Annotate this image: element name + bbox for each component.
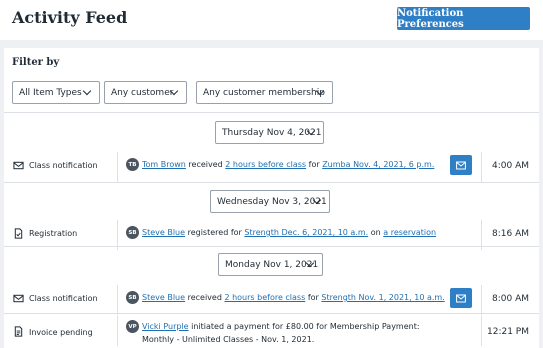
activity-connector: on [370,228,381,237]
date-selector-nov-3[interactable]: Wednesday Nov 3, 2021 [210,190,330,213]
activity-time: 4:00 AM [492,161,529,171]
page-header: Activity Feed Notification Preferences [0,0,543,40]
chevron-down-icon [82,86,92,96]
group-divider [4,182,539,183]
column-divider [481,285,482,315]
avatar: SB [126,291,139,304]
envelope-icon [13,161,24,170]
reservation-link[interactable]: a reservation [383,228,436,237]
customer-select-value: Any customer [111,87,174,98]
notification-link[interactable]: 2 hours before class [224,293,305,302]
activity-verb: registered for [187,228,242,237]
group-divider [4,246,539,247]
date-selector-nov-4[interactable]: Thursday Nov 4, 2021 [215,121,324,144]
item-type-select-value: All Item Types [19,87,82,98]
customer-link[interactable]: Steve Blue [142,293,185,302]
avatar: VP [126,320,139,333]
date-label: Monday Nov 1, 2021 [225,259,319,270]
column-divider [117,316,118,346]
class-link[interactable]: Strength Dec. 6, 2021, 10 a.m. [244,228,368,237]
envelope-icon [456,161,466,169]
filter-heading: Filter by [12,57,60,68]
activity-type-label: Invoice pending [29,328,93,337]
activity-feed-card: Filter by All Item Types Any customer An… [4,48,539,348]
activity-type-label: Class notification [29,294,98,303]
activity-verb: received [187,293,222,302]
activity-connector: for [307,293,319,302]
class-link[interactable]: Strength Nov. 1, 2021, 10 a.m. [321,293,444,302]
filter-divider [4,112,539,113]
activity-description: Steve Blue registered for Strength Dec. … [142,226,448,239]
activity-time: 12:21 PM [487,327,529,337]
activity-row: Class notification TB Tom Brown received… [4,150,539,182]
column-divider [481,152,482,182]
customer-link[interactable]: Steve Blue [142,228,185,237]
activity-time: 8:00 AM [492,294,529,304]
column-divider [481,316,482,346]
view-email-button[interactable] [450,155,472,175]
column-divider [117,152,118,182]
activity-description: Vicki Purple initiated a payment for £80… [142,320,448,346]
page-title: Activity Feed [12,8,128,27]
envelope-icon [13,294,24,303]
activity-row: Registration SB Steve Blue registered fo… [4,218,539,250]
activity-description: Steve Blue received 2 hours before class… [142,291,448,304]
activity-row: Class notification SB Steve Blue receive… [4,283,539,315]
membership-select[interactable]: Any customer membership [196,81,333,104]
activity-connector: for [308,160,320,169]
class-link[interactable]: Zumba Nov. 4, 2021, 6 p.m. [322,160,434,169]
activity-time: 8:16 AM [492,229,529,239]
activity-type-label: Registration [29,229,78,238]
date-selector-nov-1[interactable]: Monday Nov 1, 2021 [218,253,323,276]
column-divider [117,285,118,315]
date-label: Thursday Nov 4, 2021 [222,127,322,138]
customer-link[interactable]: Tom Brown [142,160,186,169]
activity-row: Invoice pending VP Vicki Purple initiate… [4,314,539,348]
item-type-select[interactable]: All Item Types [12,81,100,104]
avatar: TB [126,158,139,171]
view-email-button[interactable] [450,288,472,308]
activity-verb: received [188,160,223,169]
invoice-icon [14,326,23,337]
customer-link[interactable]: Vicki Purple [142,322,189,331]
date-label: Wednesday Nov 3, 2021 [217,196,327,207]
notification-link[interactable]: 2 hours before class [225,160,306,169]
activity-description: Tom Brown received 2 hours before class … [142,158,448,171]
activity-type-label: Class notification [29,161,98,170]
document-check-icon [14,228,23,239]
envelope-icon [456,294,466,302]
customer-select[interactable]: Any customer [104,81,187,104]
notification-preferences-button[interactable]: Notification Preferences [397,7,530,30]
membership-select-value: Any customer membership [203,87,325,98]
avatar: SB [126,226,139,239]
